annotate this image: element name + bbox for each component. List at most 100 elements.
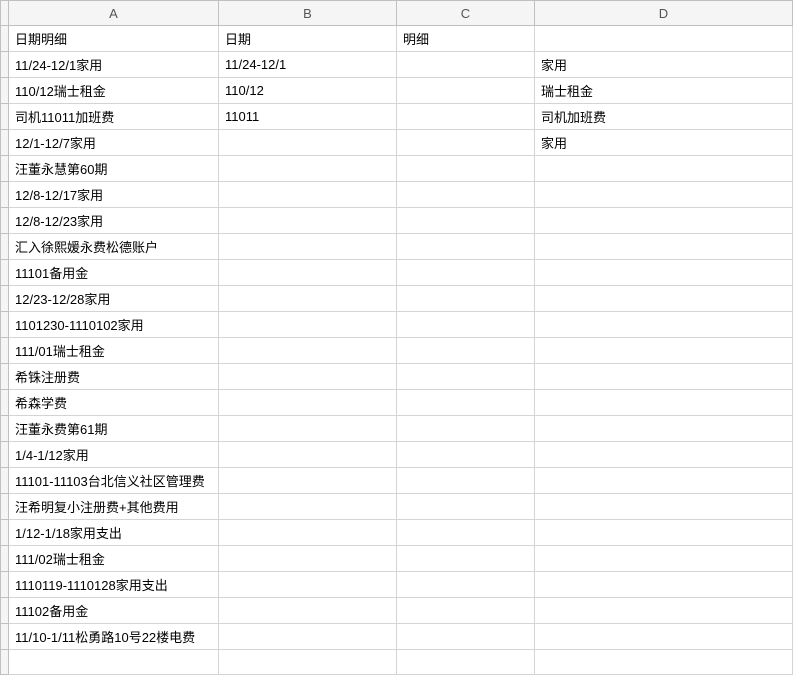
cell-a[interactable]: 司机11011加班费 <box>9 104 219 130</box>
cell-b[interactable] <box>219 130 397 156</box>
cell-c[interactable] <box>397 364 535 390</box>
cell-c[interactable] <box>397 624 535 650</box>
cell-d[interactable] <box>535 260 793 286</box>
cell-d[interactable] <box>535 572 793 598</box>
cell-b[interactable] <box>219 390 397 416</box>
cell-d[interactable] <box>535 546 793 572</box>
cell-c[interactable] <box>397 416 535 442</box>
cell-d[interactable] <box>535 442 793 468</box>
row-header[interactable] <box>1 468 9 494</box>
cell-b[interactable] <box>219 338 397 364</box>
cell-b[interactable] <box>219 650 397 675</box>
cell-d[interactable] <box>535 234 793 260</box>
cell-c[interactable] <box>397 494 535 520</box>
cell-b[interactable] <box>219 416 397 442</box>
cell-b[interactable] <box>219 572 397 598</box>
cell-d[interactable] <box>535 312 793 338</box>
cell-c[interactable] <box>397 312 535 338</box>
cell-b[interactable] <box>219 312 397 338</box>
cell-a[interactable]: 1/4-1/12家用 <box>9 442 219 468</box>
cell-c[interactable] <box>397 598 535 624</box>
cell-b[interactable] <box>219 260 397 286</box>
cell-d[interactable] <box>535 598 793 624</box>
cell-a[interactable]: 111/01瑞士租金 <box>9 338 219 364</box>
cell-c[interactable] <box>397 260 535 286</box>
row-header[interactable] <box>1 312 9 338</box>
cell-a[interactable]: 11/24-12/1家用 <box>9 52 219 78</box>
cell-b[interactable] <box>219 234 397 260</box>
row-header[interactable] <box>1 572 9 598</box>
cell-b[interactable] <box>219 598 397 624</box>
column-header-c[interactable]: C <box>397 1 535 26</box>
row-header[interactable] <box>1 52 9 78</box>
cell-c[interactable] <box>397 208 535 234</box>
cell-c[interactable] <box>397 182 535 208</box>
row-header[interactable] <box>1 416 9 442</box>
row-header[interactable] <box>1 208 9 234</box>
cell-c[interactable] <box>397 546 535 572</box>
cell-a[interactable]: 11101-11103台北信义社区管理费 <box>9 468 219 494</box>
cell-a[interactable]: 111/02瑞士租金 <box>9 546 219 572</box>
cell-b[interactable] <box>219 364 397 390</box>
column-header-a[interactable]: A <box>9 1 219 26</box>
cell-c[interactable] <box>397 130 535 156</box>
cell-b[interactable]: 11/24-12/1 <box>219 52 397 78</box>
cell-d[interactable]: 瑞士租金 <box>535 78 793 104</box>
row-header[interactable] <box>1 130 9 156</box>
cell-c[interactable] <box>397 78 535 104</box>
cell-c[interactable]: 明细 <box>397 26 535 52</box>
row-header[interactable] <box>1 234 9 260</box>
cell-a[interactable]: 汪董永慧第60期 <box>9 156 219 182</box>
row-header[interactable] <box>1 156 9 182</box>
row-header[interactable] <box>1 624 9 650</box>
cell-a[interactable]: 110/12瑞士租金 <box>9 78 219 104</box>
cell-b[interactable] <box>219 520 397 546</box>
row-header[interactable] <box>1 182 9 208</box>
cell-a[interactable]: 12/23-12/28家用 <box>9 286 219 312</box>
row-header[interactable] <box>1 494 9 520</box>
cell-d[interactable]: 司机加班费 <box>535 104 793 130</box>
cell-b[interactable] <box>219 442 397 468</box>
cell-d[interactable] <box>535 468 793 494</box>
cell-a[interactable]: 希铢注册费 <box>9 364 219 390</box>
cell-a[interactable]: 1101230-1110102家用 <box>9 312 219 338</box>
cell-a[interactable]: 1/12-1/18家用支出 <box>9 520 219 546</box>
row-header[interactable] <box>1 364 9 390</box>
cell-a[interactable]: 日期明细 <box>9 26 219 52</box>
cell-c[interactable] <box>397 104 535 130</box>
cell-d[interactable] <box>535 650 793 675</box>
cell-c[interactable] <box>397 468 535 494</box>
cell-c[interactable] <box>397 520 535 546</box>
cell-a[interactable]: 1110119-1110128家用支出 <box>9 572 219 598</box>
cell-a[interactable]: 汪希明复小注册费+其他费用 <box>9 494 219 520</box>
cell-d[interactable] <box>535 26 793 52</box>
row-header[interactable] <box>1 442 9 468</box>
row-header[interactable] <box>1 390 9 416</box>
cell-d[interactable] <box>535 494 793 520</box>
cell-a[interactable]: 汇入徐熙媛永费松德账户 <box>9 234 219 260</box>
cell-c[interactable] <box>397 442 535 468</box>
cell-c[interactable] <box>397 234 535 260</box>
cell-c[interactable] <box>397 390 535 416</box>
corner-cell[interactable] <box>1 1 9 26</box>
cell-d[interactable] <box>535 156 793 182</box>
cell-d[interactable] <box>535 390 793 416</box>
cell-d[interactable] <box>535 338 793 364</box>
cell-d[interactable] <box>535 364 793 390</box>
cell-b[interactable] <box>219 494 397 520</box>
cell-b[interactable]: 110/12 <box>219 78 397 104</box>
column-header-d[interactable]: D <box>535 1 793 26</box>
cell-a[interactable]: 11101备用金 <box>9 260 219 286</box>
row-header[interactable] <box>1 78 9 104</box>
row-header[interactable] <box>1 650 9 675</box>
cell-d[interactable] <box>535 286 793 312</box>
row-header[interactable] <box>1 26 9 52</box>
cell-a[interactable]: 12/8-12/23家用 <box>9 208 219 234</box>
cell-a[interactable]: 11102备用金 <box>9 598 219 624</box>
cell-c[interactable] <box>397 650 535 675</box>
cell-b[interactable] <box>219 182 397 208</box>
cell-d[interactable] <box>535 416 793 442</box>
row-header[interactable] <box>1 104 9 130</box>
cell-c[interactable] <box>397 52 535 78</box>
cell-a[interactable] <box>9 650 219 675</box>
